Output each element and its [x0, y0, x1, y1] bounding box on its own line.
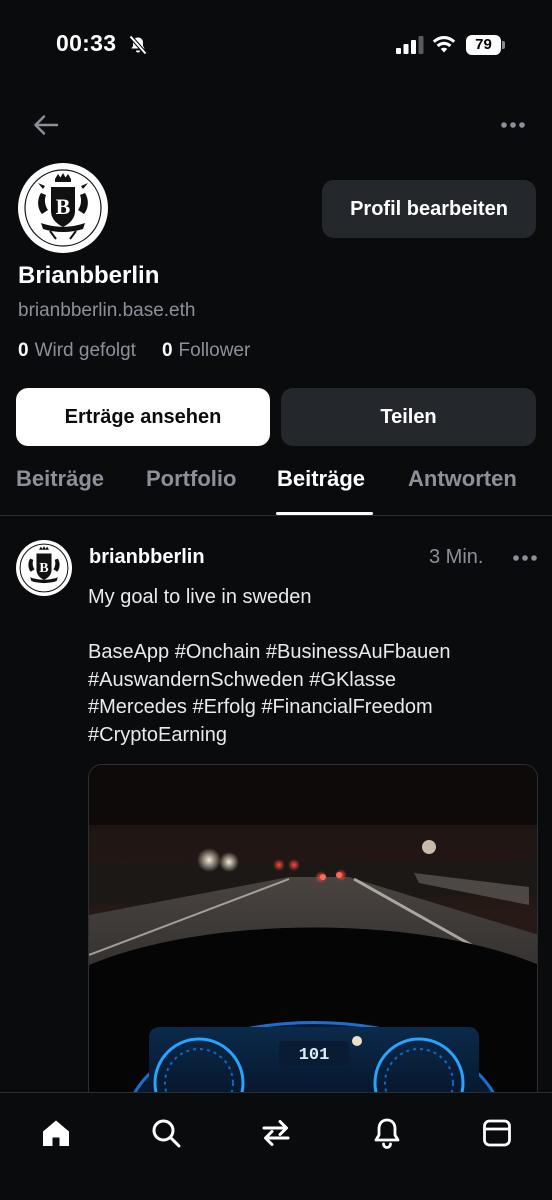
night-highway-dashboard-image: 101: [89, 765, 537, 1103]
wallet-icon: [483, 1119, 511, 1147]
post-text-line: BaseApp #Onchain #BusinessAuFbauen: [88, 641, 451, 663]
post-video[interactable]: 101: [88, 764, 538, 1104]
svg-text:B: B: [56, 194, 71, 219]
svg-text:B: B: [39, 560, 48, 575]
brand-crest-logo: B: [21, 166, 105, 250]
bottom-navigation: [0, 1092, 552, 1200]
bell-icon: [374, 1118, 400, 1149]
following-count: 0: [18, 340, 29, 361]
wifi-icon: [432, 36, 456, 53]
swap-icon: [262, 1120, 290, 1146]
tab-portfolio[interactable]: Portfolio: [146, 466, 236, 492]
nav-home[interactable]: [36, 1113, 76, 1153]
nav-notifications[interactable]: [367, 1113, 407, 1153]
post-text-line: My goal to live in sweden: [88, 586, 312, 608]
following-label: Wird gefolgt: [34, 340, 136, 361]
profile-screen: 00:33 79 B Profil bearbeiten Brianbberli…: [0, 0, 552, 1200]
back-button[interactable]: [30, 110, 62, 140]
post-text-line: #Mercedes #Erfolg #FinancialFreedom: [88, 696, 433, 718]
following-stat[interactable]: 0 Wird gefolgt: [18, 340, 136, 362]
tab-replies[interactable]: Antworten: [408, 466, 517, 492]
followers-count: 0: [161, 340, 173, 361]
nav-wallet[interactable]: [477, 1113, 517, 1153]
post-more-button[interactable]: [508, 547, 542, 569]
arrow-left-icon: [34, 115, 59, 135]
post-author-avatar[interactable]: B: [16, 540, 72, 596]
more-options-button[interactable]: [496, 112, 530, 138]
share-button[interactable]: Teilen: [281, 388, 536, 446]
active-tab-indicator: [276, 512, 373, 515]
followers-stat[interactable]: 0 Follower: [162, 340, 250, 362]
more-horizontal-icon: [501, 122, 525, 128]
battery-tip: [502, 41, 505, 49]
status-time: 00:33: [56, 30, 117, 56]
battery-level: 79: [466, 35, 501, 55]
nav-swap[interactable]: [256, 1113, 296, 1153]
status-bar: 00:33 79: [0, 0, 552, 90]
home-icon: [43, 1120, 69, 1146]
cellular-signal-icon: [396, 36, 424, 54]
battery-indicator: 79: [466, 35, 506, 55]
nav-search[interactable]: [146, 1113, 186, 1153]
edit-profile-button[interactable]: Profil bearbeiten: [322, 180, 536, 238]
view-earnings-button[interactable]: Erträge ansehen: [16, 388, 270, 446]
follow-stats: 0 Wird gefolgt 0 Follower: [18, 340, 250, 362]
more-horizontal-icon: [513, 555, 537, 561]
post-text-blank-line: [88, 612, 538, 640]
tab-posts-active[interactable]: Beiträge: [277, 466, 365, 492]
tab-posts[interactable]: Beiträge: [16, 466, 104, 492]
bell-muted-icon: [129, 35, 147, 55]
post-username[interactable]: brianbberlin: [89, 546, 205, 569]
display-name: Brianbberlin: [18, 262, 160, 289]
brand-crest-logo: B: [17, 541, 71, 595]
dash-speed-readout: 101: [299, 1046, 330, 1065]
post-text-line: #AuswandernSchweden #GKlasse: [88, 668, 396, 691]
profile-handle: brianbberlin.base.eth: [18, 300, 196, 321]
profile-tabs: Beiträge Portfolio Beiträge Antworten: [0, 462, 552, 516]
post-body: My goal to live in sweden BaseApp #Oncha…: [88, 584, 538, 749]
profile-avatar[interactable]: B: [18, 163, 108, 253]
search-icon: [152, 1119, 181, 1148]
post-timestamp: 3 Min.: [429, 546, 484, 568]
post-text-line: #CryptoEarning: [88, 723, 227, 746]
followers-label: Follower: [178, 340, 251, 361]
